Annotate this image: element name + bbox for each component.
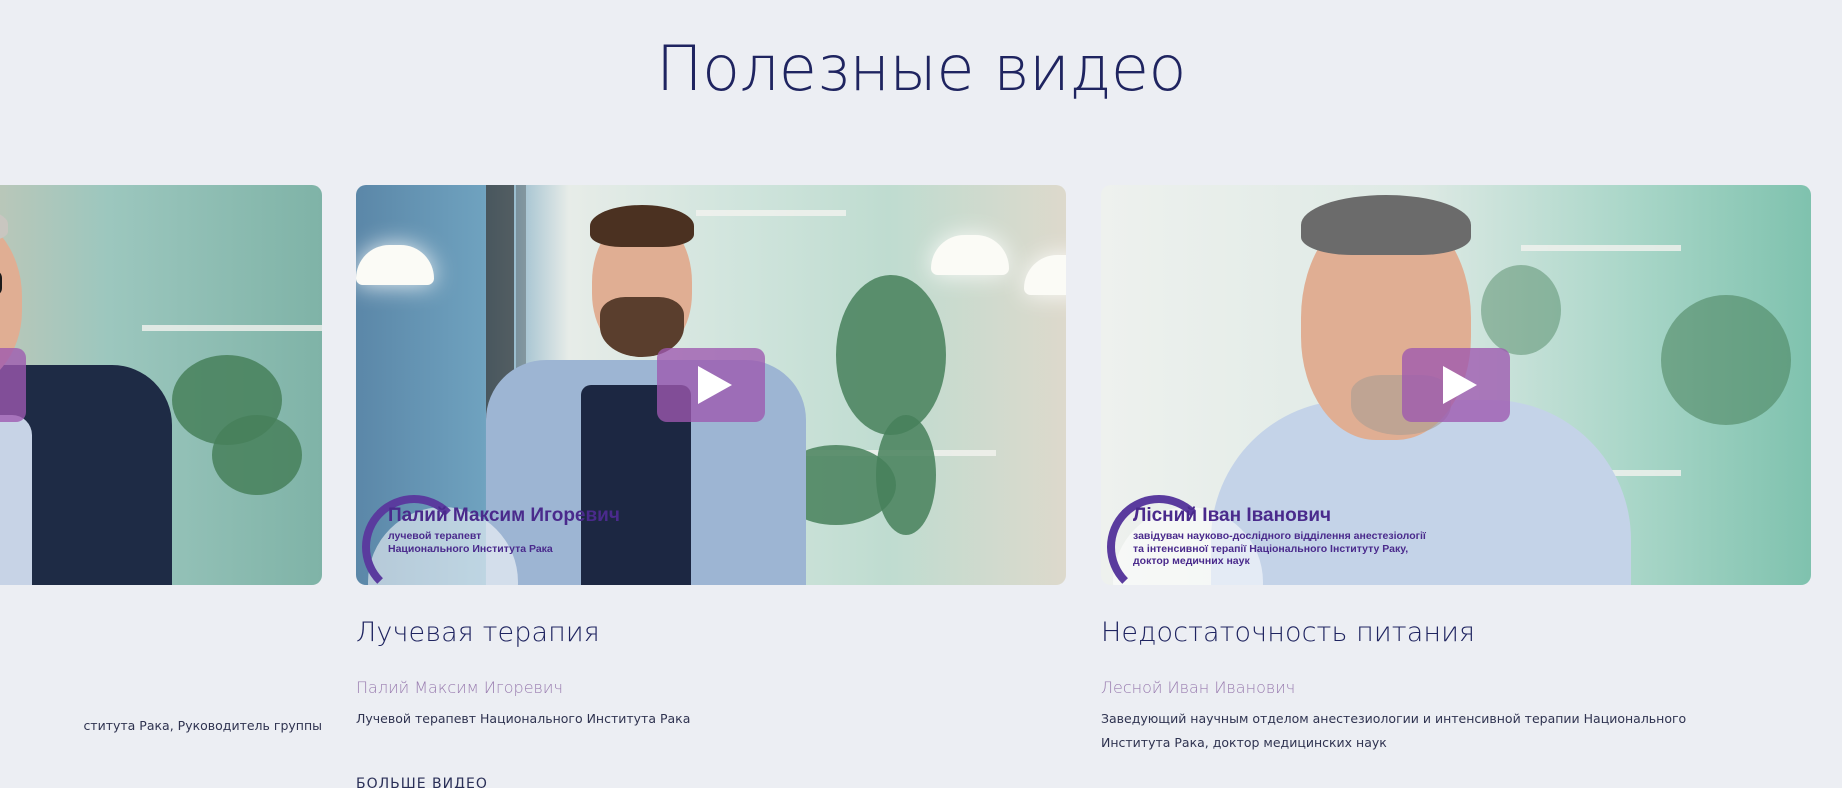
video-thumbnail[interactable]: Палий Максим Игоревич лучевой терапевт Н… <box>356 185 1066 585</box>
more-videos-link[interactable]: БОЛЬШЕ ВИДЕО <box>356 776 488 788</box>
video-thumbnail[interactable]: Лісний Іван Іванович завідувач науково-д… <box>1101 185 1811 585</box>
speaker-lower-third: Палий Максим Игоревич лучевой терапевт Н… <box>356 485 686 585</box>
video-author-description: Заведующий научным отделом анестезиологи… <box>1101 711 1687 750</box>
overlay-speaker-title: завідувач науково-дослідного відділення … <box>1133 530 1426 567</box>
video-author-description: Лучевой терапевт Национального Института… <box>356 711 691 726</box>
video-author: Палий Максим Игоревич <box>356 678 563 697</box>
play-icon <box>1443 366 1477 404</box>
video-thumbnail[interactable] <box>0 185 322 585</box>
video-card: Лісний Іван Іванович завідувач науково-д… <box>1101 185 1811 755</box>
speaker-lower-third: Лісний Іван Іванович завідувач науково-д… <box>1101 485 1461 585</box>
video-still <box>0 185 322 585</box>
play-icon <box>698 366 732 404</box>
play-button[interactable] <box>0 348 26 422</box>
video-author: Лесной Иван Иванович <box>1101 678 1296 697</box>
video-card: ститута Рака, Руководитель группы <box>0 185 322 738</box>
overlay-speaker-name: Палий Максим Игоревич <box>388 505 620 526</box>
overlay-speaker-title: лучевой терапевт Национального Института… <box>388 530 553 555</box>
video-title[interactable]: Недостаточность питания <box>1101 617 1811 648</box>
overlay-speaker-name: Лісний Іван Іванович <box>1133 505 1332 526</box>
useful-videos-section: Полезные видео ститута Рака, Руководител… <box>0 0 1842 788</box>
play-button[interactable] <box>657 348 765 422</box>
video-card: Палий Максим Игоревич лучевой терапевт Н… <box>356 185 1066 731</box>
video-title[interactable]: Лучевая терапия <box>356 617 1066 648</box>
section-title: Полезные видео <box>656 32 1186 105</box>
play-button[interactable] <box>1402 348 1510 422</box>
video-author-description: ститута Рака, Руководитель группы <box>83 718 322 733</box>
